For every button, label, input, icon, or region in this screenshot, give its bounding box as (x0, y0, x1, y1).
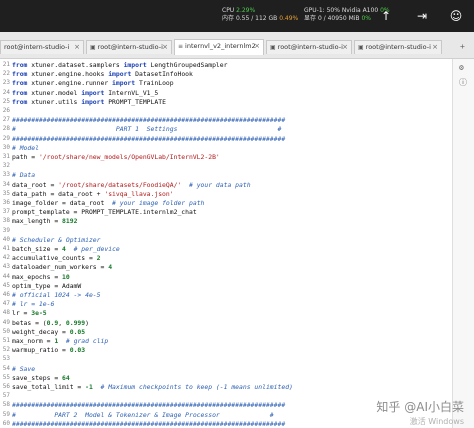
watermark: 知乎 @AI小白菜 (376, 400, 464, 414)
tab-terminal-3[interactable]: ▣ root@intern-studio-i × (266, 40, 352, 54)
close-icon[interactable]: × (432, 43, 438, 51)
terminal-icon: ▣ (270, 44, 276, 51)
exit-icon[interactable]: ⇥ (404, 0, 440, 32)
activation-watermark: 激活 Windows (409, 417, 464, 426)
terminal-icon: ▣ (90, 44, 96, 51)
close-icon[interactable]: × (162, 43, 168, 51)
code-line[interactable]: 60 ######################################… (0, 419, 450, 428)
close-icon[interactable]: × (254, 42, 260, 50)
tab-bar: root@intern-studio-i × ▣ root@intern-stud… (0, 32, 474, 59)
right-toolbar: ⚙ ⓘ (452, 59, 474, 428)
gpu-memory-stat: 显存 0 / 40950 MiB 0% (304, 15, 371, 22)
tab-terminal-1[interactable]: root@intern-studio-i × (0, 40, 84, 54)
user-icon[interactable]: ☺ (438, 0, 474, 32)
tab-config-file[interactable]: ≡ internvl_v2_internlm2 × (174, 39, 264, 55)
close-icon[interactable]: × (74, 43, 80, 51)
system-status-bar: CPU 2.29% 内存 0.55 / 112 GB 0.49% GPU-1: … (0, 0, 474, 32)
line-number: 60 (2, 419, 10, 427)
cpu-stat: CPU 2.29% (222, 7, 256, 14)
code-editor[interactable]: 21 from xtuner.dataset.samplers import Le… (0, 59, 450, 428)
more-tabs-icon[interactable]: + (460, 42, 465, 51)
tab-terminal-4[interactable]: ▣ root@intern-studio-i × (354, 40, 442, 54)
terminal-icon: ▣ (358, 44, 364, 51)
memory-stat: 内存 0.55 / 112 GB 0.49% (222, 15, 299, 22)
upload-icon[interactable]: ↑ (368, 0, 404, 32)
code-text[interactable]: ########################################… (12, 419, 285, 428)
file-icon: ≡ (178, 43, 184, 50)
info-icon[interactable]: ⓘ (459, 77, 467, 88)
settings-icon[interactable]: ⚙ (459, 63, 464, 72)
close-icon[interactable]: × (342, 43, 348, 51)
tab-terminal-2[interactable]: ▣ root@intern-studio-i × (86, 40, 172, 54)
